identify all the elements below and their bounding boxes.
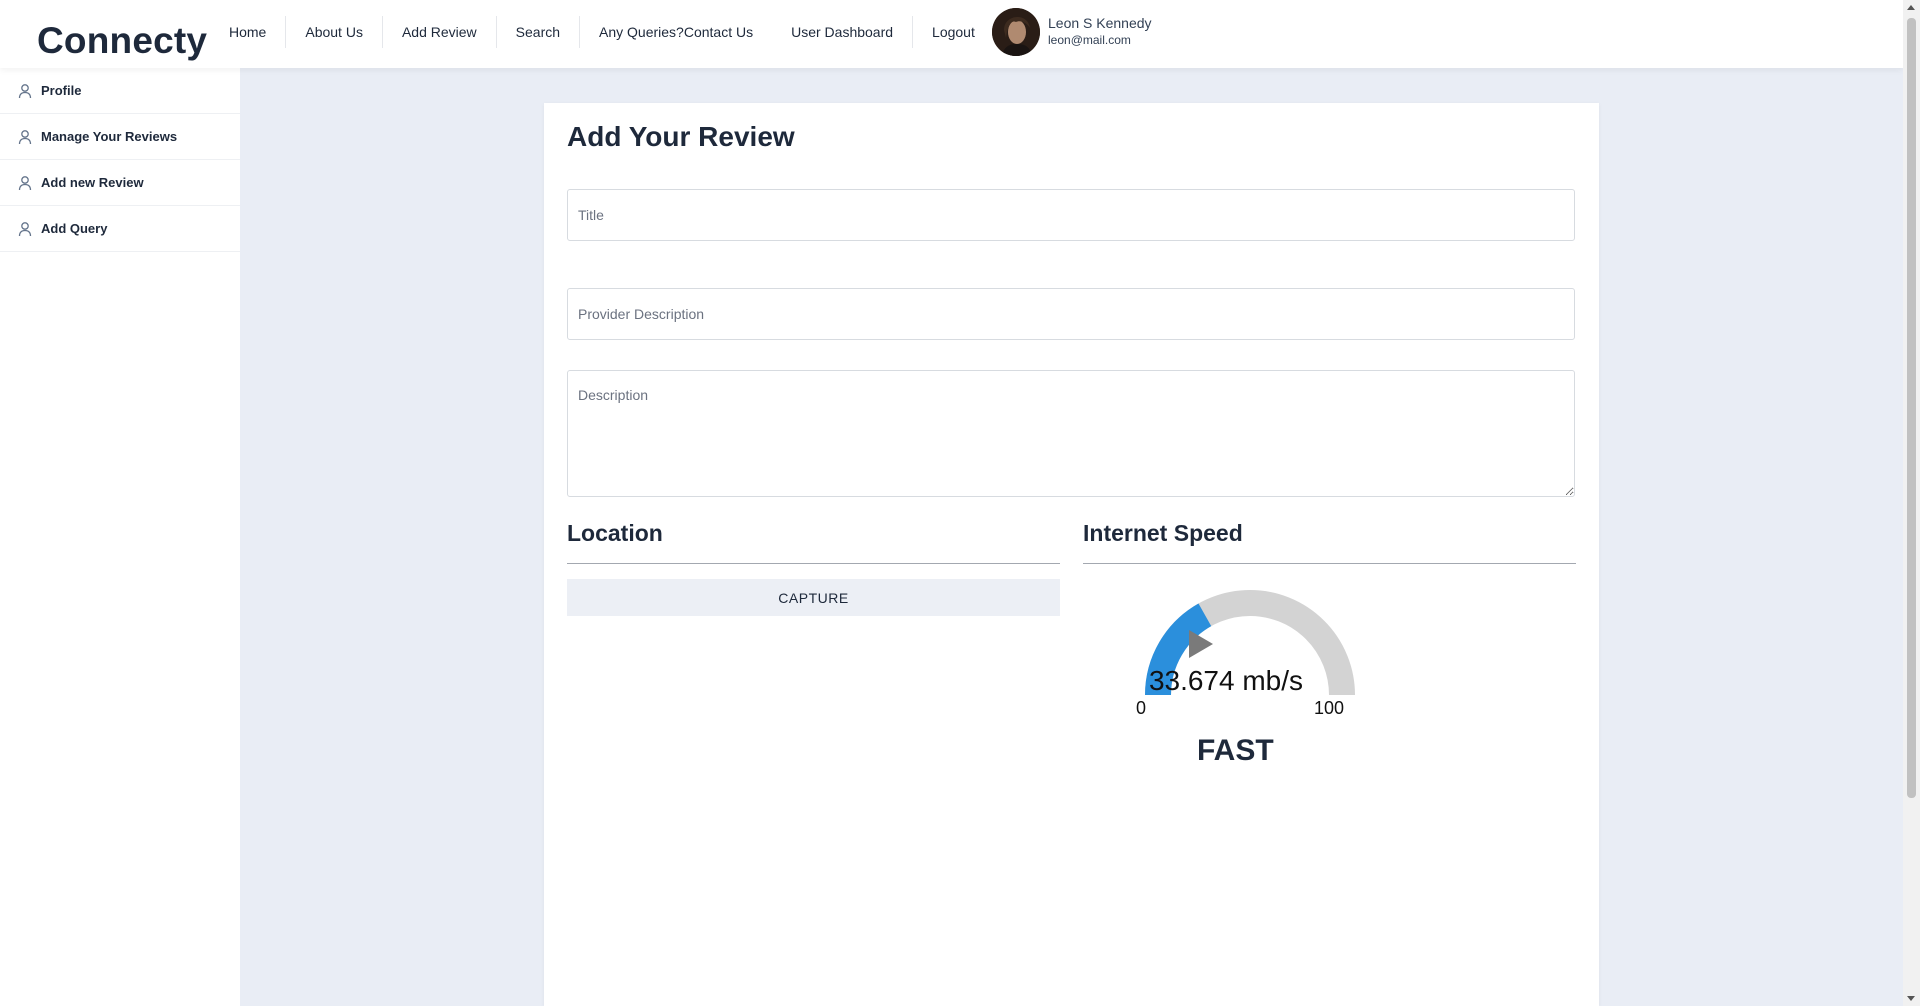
nav-user-dashboard[interactable]: User Dashboard (772, 16, 912, 48)
capture-location-button[interactable]: CAPTURE (567, 579, 1060, 616)
provider-description-input[interactable] (567, 288, 1575, 340)
sidebar-item-label: Add new Review (41, 175, 144, 190)
nav-about-us[interactable]: About Us (285, 16, 382, 48)
gauge-min-label: 0 (1136, 698, 1146, 718)
location-heading: Location (567, 520, 663, 546)
top-navbar: Connecty Home About Us Add Review Search… (0, 0, 1903, 68)
sidebar-item-label: Add Query (41, 221, 108, 236)
page-scrollbar[interactable] (1903, 0, 1920, 1006)
sidebar: Profile Manage Your Reviews Add new Revi… (0, 68, 240, 1006)
play-icon[interactable] (1189, 630, 1213, 658)
user-email: leon@mail.com (1048, 33, 1131, 47)
sidebar-item-label: Manage Your Reviews (41, 129, 178, 144)
gauge-max-label: 100 (1314, 698, 1344, 718)
main-nav: Home About Us Add Review Search Any Quer… (210, 16, 994, 48)
title-input[interactable] (567, 189, 1575, 241)
speed-gauge: 33.674 mb/s 0 100 (1136, 590, 1355, 718)
user-icon (18, 175, 32, 191)
location-divider (567, 563, 1060, 564)
user-icon (18, 129, 32, 145)
nav-contact-us[interactable]: Any Queries?Contact Us (579, 16, 772, 48)
nav-search[interactable]: Search (495, 16, 579, 48)
nav-add-review[interactable]: Add Review (381, 16, 496, 48)
avatar-image (992, 8, 1040, 56)
nav-logout[interactable]: Logout (912, 16, 994, 48)
user-icon (18, 83, 32, 99)
review-form-card: Add Your Review Location CAPTURE Interne… (544, 103, 1599, 1006)
internet-speed-heading: Internet Speed (1083, 520, 1243, 546)
internet-speed-divider (1083, 563, 1576, 564)
sidebar-item-add-review[interactable]: Add new Review (0, 160, 240, 206)
page-title: Add Your Review (567, 121, 795, 152)
avatar[interactable] (992, 8, 1040, 56)
sidebar-item-manage-reviews[interactable]: Manage Your Reviews (0, 114, 240, 160)
scroll-up-icon[interactable] (1907, 5, 1915, 10)
description-textarea[interactable] (567, 370, 1575, 497)
nav-home[interactable]: Home (210, 16, 285, 48)
brand-logo[interactable]: Connecty (37, 20, 207, 62)
sidebar-item-profile[interactable]: Profile (0, 68, 240, 114)
speed-status-label: FAST (1197, 734, 1274, 767)
gauge-value-label: 33.674 mb/s (1149, 665, 1303, 696)
user-profile[interactable]: Leon S Kennedy leon@mail.com (992, 8, 1152, 56)
user-icon (18, 221, 32, 237)
scroll-down-icon[interactable] (1907, 996, 1915, 1001)
scrollbar-thumb[interactable] (1907, 18, 1916, 798)
sidebar-item-add-query[interactable]: Add Query (0, 206, 240, 252)
user-name: Leon S Kennedy (1048, 15, 1152, 31)
sidebar-item-label: Profile (41, 83, 82, 98)
